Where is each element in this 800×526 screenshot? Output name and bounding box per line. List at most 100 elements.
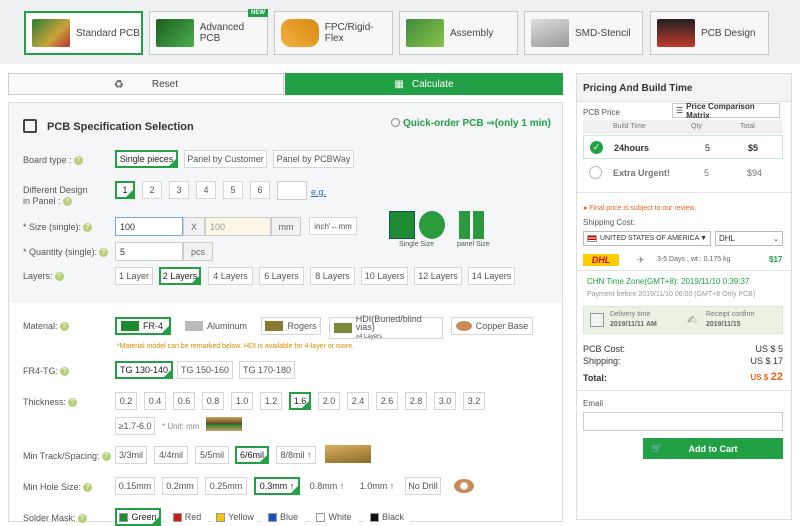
layer-option-12[interactable]: 12 Layers bbox=[414, 267, 462, 285]
size-x-input[interactable]: 100 bbox=[115, 217, 183, 236]
layer-option-1[interactable]: 1 Layer bbox=[115, 267, 153, 285]
price-comparison-button[interactable]: ☰ Price Comparison Matrix bbox=[672, 102, 780, 120]
help-icon[interactable]: ? bbox=[99, 248, 109, 258]
tab-advanced-pcb[interactable]: Advanced PCB NEW bbox=[149, 9, 268, 55]
track-option-3[interactable]: 3/3mil bbox=[115, 446, 147, 464]
solder-mask-option[interactable]: Red bbox=[166, 508, 208, 526]
thickness-option[interactable]: 1.2 bbox=[260, 392, 282, 410]
hole-option-03[interactable]: 0.3mm ↑ bbox=[254, 477, 300, 495]
layer-option-14[interactable]: 14 Layers bbox=[468, 267, 515, 285]
hole-option-08[interactable]: 0.8mm ↑ bbox=[305, 477, 349, 495]
board-type-panel-customer[interactable]: Panel by Customer bbox=[184, 150, 267, 168]
design-option-2[interactable]: 2 bbox=[142, 181, 162, 199]
country-select[interactable]: UNITED STATES OF AMERICA ▼ bbox=[583, 231, 711, 246]
solder-mask-option[interactable]: Yellow bbox=[213, 508, 257, 526]
design-option-3[interactable]: 3 bbox=[169, 181, 189, 199]
color-swatch-icon bbox=[216, 512, 226, 522]
layer-option-8[interactable]: 8 Layers bbox=[310, 267, 355, 285]
material-rogers[interactable]: Rogers bbox=[261, 317, 321, 335]
thickness-option[interactable]: 0.8 bbox=[202, 392, 224, 410]
solder-mask-option[interactable]: Black bbox=[364, 508, 410, 526]
help-icon[interactable]: ? bbox=[68, 398, 78, 408]
thickness-option[interactable]: 0.2 bbox=[115, 392, 137, 410]
thickness-option[interactable]: 2.8 bbox=[405, 392, 427, 410]
size-y-input[interactable]: 100 bbox=[205, 217, 271, 236]
design-option-1[interactable]: 1 bbox=[115, 181, 135, 199]
thickness-option[interactable]: 0.6 bbox=[173, 392, 195, 410]
board-type-single[interactable]: Single pieces bbox=[115, 150, 178, 168]
thickness-option[interactable]: 2.4 bbox=[347, 392, 369, 410]
track-option-6[interactable]: 6/6mil bbox=[235, 446, 269, 464]
solder-mask-option[interactable]: White bbox=[310, 508, 358, 526]
qty: 5 bbox=[705, 143, 711, 153]
layer-option-4[interactable]: 4 Layers bbox=[208, 267, 253, 285]
hole-option-025[interactable]: 0.25mm bbox=[205, 477, 247, 495]
reset-button[interactable]: ♻ Reset bbox=[8, 73, 284, 95]
pcb-price-label: PCB Price bbox=[583, 108, 620, 117]
track-option-4[interactable]: 4/4mil bbox=[154, 446, 188, 464]
size-unit-label: mm bbox=[271, 217, 301, 236]
help-icon[interactable]: ? bbox=[62, 197, 72, 207]
help-icon[interactable]: ? bbox=[101, 452, 111, 462]
design-option-4[interactable]: 4 bbox=[196, 181, 216, 199]
quantity-input[interactable]: 5 bbox=[115, 242, 183, 261]
help-icon[interactable]: ? bbox=[73, 156, 83, 166]
tab-smd-stencil[interactable]: SMD-Stencil bbox=[524, 11, 643, 55]
design-option-5[interactable]: 5 bbox=[223, 181, 243, 199]
track-option-5[interactable]: 5/5mil bbox=[195, 446, 229, 464]
hole-option-no-drill[interactable]: No Drill bbox=[405, 477, 441, 495]
thickness-option[interactable]: 1.6 bbox=[289, 392, 311, 410]
board-type-panel-pcbway[interactable]: Panel by PCBWay bbox=[273, 150, 354, 168]
check-icon: ✓ bbox=[590, 141, 603, 154]
help-icon[interactable]: ? bbox=[60, 367, 69, 377]
help-icon[interactable]: ? bbox=[54, 272, 64, 282]
calculate-button[interactable]: ▦ Calculate bbox=[285, 73, 563, 95]
solder-mask-option[interactable]: Green bbox=[115, 508, 161, 526]
unit-convert-button[interactable]: inch'↔mm bbox=[309, 217, 357, 235]
hole-option-10[interactable]: 1.0mm ↑ bbox=[355, 477, 399, 495]
new-badge: NEW bbox=[248, 9, 268, 17]
hole-option-02[interactable]: 0.2mm bbox=[162, 477, 198, 495]
price-row-extra-urgent[interactable]: Extra Urgent! 5 $94 bbox=[583, 161, 783, 185]
thickness-option[interactable]: 3.2 bbox=[463, 392, 485, 410]
layer-option-6[interactable]: 6 Layers bbox=[259, 267, 304, 285]
col-total: Total bbox=[740, 123, 755, 130]
track-option-8[interactable]: 8/8mil ↑ bbox=[276, 446, 316, 464]
tg-option-150[interactable]: TG 150-160 bbox=[177, 361, 233, 379]
email-input[interactable] bbox=[583, 412, 783, 431]
material-copper-base[interactable]: Copper Base bbox=[451, 317, 533, 335]
help-icon[interactable]: ? bbox=[83, 223, 93, 233]
price-row-24hours[interactable]: ✓ 24hours 5 $5 bbox=[583, 135, 783, 159]
quick-order-link[interactable]: Quick-order PCB ⇒(only 1 min) bbox=[391, 118, 551, 129]
final-price-note: ● Final price is subject to our review. bbox=[583, 205, 696, 212]
tg-option-170[interactable]: TG 170-180 bbox=[239, 361, 295, 379]
example-link[interactable]: e.g. bbox=[311, 187, 326, 197]
carrier-select[interactable]: DHL ⌄ bbox=[715, 231, 783, 246]
layer-option-10[interactable]: 10 Layers bbox=[361, 267, 408, 285]
design-option-6[interactable]: 6 bbox=[250, 181, 270, 199]
help-icon[interactable]: ? bbox=[83, 483, 93, 493]
tab-assembly[interactable]: Assembly bbox=[399, 11, 518, 55]
material-aluminum[interactable]: Aluminum bbox=[179, 317, 253, 335]
thickness-option[interactable]: 2.0 bbox=[318, 392, 340, 410]
pricing-panel: Pricing And Build Time PCB Price ☰ Price … bbox=[576, 73, 792, 520]
help-icon[interactable]: ? bbox=[59, 322, 69, 332]
thickness-option[interactable]: 3.0 bbox=[434, 392, 456, 410]
thickness-option[interactable]: 2.6 bbox=[376, 392, 398, 410]
tab-pcb-design[interactable]: PCB Design bbox=[650, 11, 769, 55]
thickness-option-custom[interactable]: ≥1.7-6.0 bbox=[115, 417, 155, 435]
color-swatch-icon bbox=[316, 512, 326, 522]
tab-fpc-rigid-flex[interactable]: FPC/Rigid-Flex bbox=[274, 11, 393, 55]
thickness-option[interactable]: 1.0 bbox=[231, 392, 253, 410]
tg-option-130[interactable]: TG 130-140 bbox=[115, 361, 173, 379]
solder-mask-option[interactable]: Blue bbox=[261, 508, 305, 526]
add-to-cart-button[interactable]: 🛒 Add to Cart bbox=[643, 438, 783, 459]
thickness-option[interactable]: 0.4 bbox=[144, 392, 166, 410]
pricing-title: Pricing And Build Time bbox=[577, 74, 791, 102]
design-count-input[interactable] bbox=[277, 181, 307, 200]
material-hdi[interactable]: HDI(Buried/blind vias) ≥4 Layers bbox=[329, 315, 443, 340]
material-fr4[interactable]: FR-4 bbox=[115, 317, 171, 335]
tab-standard-pcb[interactable]: Standard PCB bbox=[24, 11, 143, 55]
layer-option-2[interactable]: 2 Layers bbox=[159, 267, 201, 285]
hole-option-015[interactable]: 0.15mm bbox=[115, 477, 155, 495]
